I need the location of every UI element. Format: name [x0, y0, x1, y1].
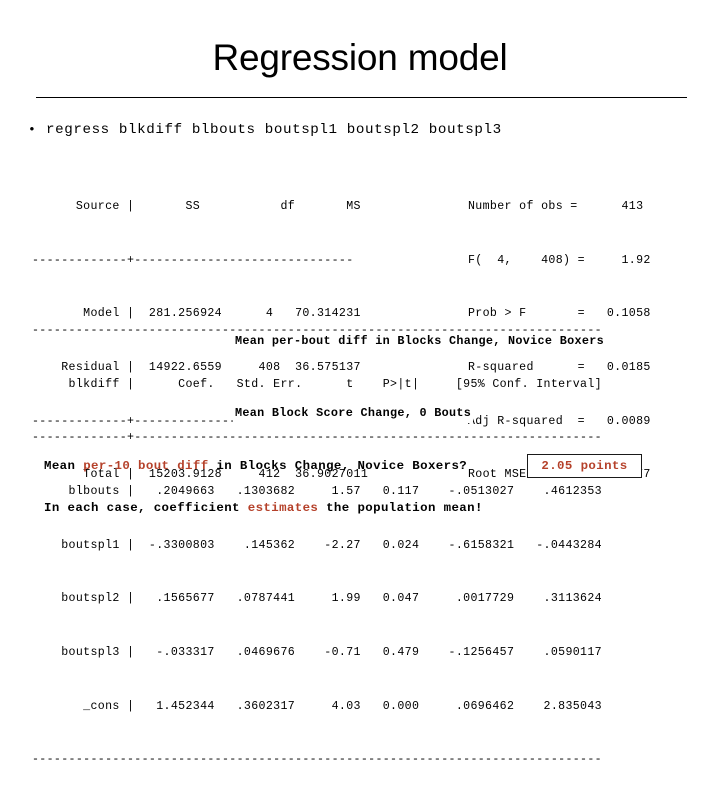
question-line: Mean per-10 bout diff in Blocks Change, …: [44, 458, 467, 474]
coef-row-boutspl3: boutspl3 | -.033317 .0469676 -0.71 0.479…: [32, 646, 602, 660]
answer-box: 2.05 points: [527, 454, 642, 478]
coef-row-boutspl1: boutspl1 | -.3300803 .145362 -2.27 0.024…: [32, 538, 602, 552]
annotation-constant-mean: Mean Block Score Change, 0 Bouts: [233, 405, 474, 423]
question-text-post: in Blocks Change, Novice Boxers?: [208, 459, 468, 473]
takeaway-text-post: the population mean!: [318, 501, 483, 515]
command-bullet-row: • regress blkdiff blbouts boutspl1 bouts…: [28, 122, 698, 138]
takeaway-text-accent: estimates: [247, 501, 319, 515]
answer-value: 2.05 points: [541, 459, 628, 473]
coefficients-table: ----------------------------------------…: [32, 286, 602, 805]
anova-line: -------------+--------------------------…: [32, 253, 354, 267]
page-title: Regression model: [212, 37, 508, 78]
coef-line: ----------------------------------------…: [32, 753, 602, 767]
stata-output: Source | SS df MS -------------+--------…: [32, 162, 696, 767]
stat-line: F( 4, 408) = 1.92: [468, 253, 651, 267]
title-divider: [36, 97, 687, 98]
regress-command-text: regress blkdiff blbouts boutspl1 boutspl…: [46, 122, 502, 138]
anova-line: Source | SS df MS: [32, 199, 361, 213]
coef-row-boutspl2: boutspl2 | .1565677 .0787441 1.99 0.047 …: [32, 592, 602, 606]
slide-root: Regression model • regress blkdiff blbou…: [0, 0, 720, 767]
takeaway-line: In each case, coefficient estimates the …: [44, 500, 483, 516]
coef-header-line: blkdiff | Coef. Std. Err. t P>|t| [95% C…: [32, 377, 602, 391]
coef-row-cons: _cons | 1.452344 .3602317 4.03 0.000 .06…: [32, 699, 602, 713]
takeaway-text-pre: In each case, coefficient: [44, 501, 248, 515]
bullet-icon: •: [28, 122, 36, 137]
coef-line: -------------+--------------------------…: [32, 431, 602, 445]
question-text-pre: Mean: [44, 459, 84, 473]
stat-line: Number of obs = 413: [468, 199, 644, 213]
question-text-accent: per-10 bout diff: [83, 459, 209, 473]
coef-row-blbouts: blbouts | .2049663 .1303682 1.57 0.117 -…: [32, 484, 602, 498]
annotation-per-bout-mean: Mean per-bout diff in Blocks Change, Nov…: [233, 333, 606, 351]
